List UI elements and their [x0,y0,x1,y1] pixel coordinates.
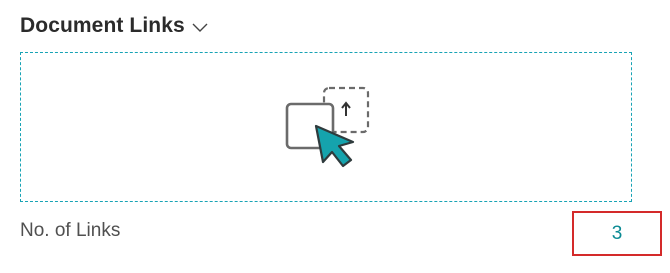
factbox-title: Document Links [20,14,185,37]
no-of-links-value[interactable]: 3 [612,223,623,245]
drag-drop-upload-icon [285,86,370,168]
no-of-links-label: No. of Links [20,220,121,241]
factbox-header[interactable]: Document Links [20,14,209,38]
no-of-links-highlight: 3 [572,211,662,256]
chevron-down-icon[interactable] [191,19,209,37]
document-drop-zone[interactable] [20,52,632,202]
